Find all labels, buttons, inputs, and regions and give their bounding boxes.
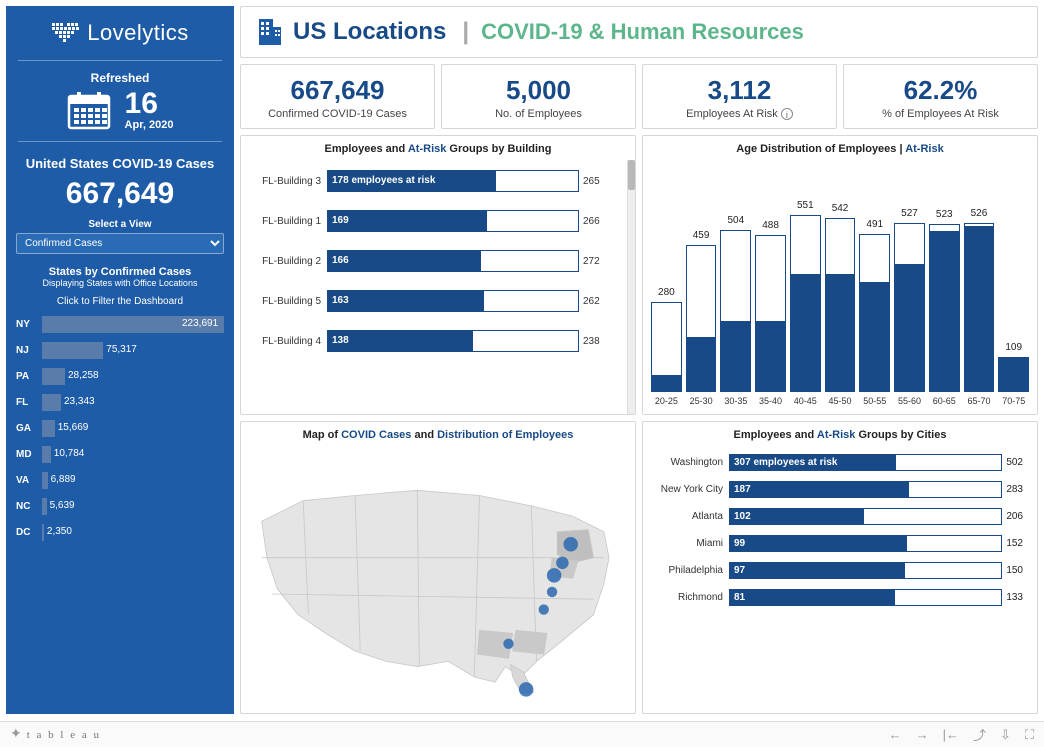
age-bar[interactable]: 527 55-60 (894, 212, 925, 406)
city-row[interactable]: Atlanta 102 206 (653, 508, 1023, 525)
cities-chart[interactable]: Employees and At-Risk Groups by Cities W… (642, 421, 1038, 714)
building-row[interactable]: FL-Building 4 138 238 (251, 330, 613, 352)
state-bar-md[interactable]: MD 10,784 (16, 445, 224, 463)
select-view-label: Select a View (16, 219, 224, 230)
kpi-0: 667,649 Confirmed COVID-19 Cases (240, 64, 435, 129)
reset-icon[interactable]: |← (943, 727, 959, 742)
brand-logo: Lovelytics (16, 20, 224, 46)
tableau-mark-icon: ✦ (10, 726, 23, 743)
states-subtitle: Displaying States with Office Locations (16, 278, 224, 288)
download-icon[interactable]: ⇩ (1000, 727, 1011, 743)
age-bar[interactable]: 488 35-40 (755, 212, 786, 406)
state-bar-va[interactable]: VA 6,889 (16, 471, 224, 489)
age-bar[interactable]: 109 70-75 (998, 212, 1029, 406)
date-month: Apr, 2020 (125, 119, 174, 131)
city-row[interactable]: Washington 307 employees at risk 502 (653, 454, 1023, 471)
refreshed-date: 16 Apr, 2020 (16, 89, 224, 131)
brand-name: Lovelytics (87, 20, 189, 46)
page-subtitle: COVID-19 & Human Resources (481, 19, 804, 45)
info-icon[interactable]: i (781, 108, 793, 120)
state-bar-fl[interactable]: FL 23,343 (16, 393, 224, 411)
states-chart: NY 223,691 NJ 75,317 PA 28,258 FL 23,343… (16, 315, 224, 541)
us-cases-value: 667,649 (16, 177, 224, 211)
building-icon (255, 17, 283, 47)
tableau-toolbar: ✦ t a b l e a u ← → |← ⤴ ⇩ ⛶ (0, 721, 1044, 747)
main: US Locations | COVID-19 & Human Resource… (240, 6, 1038, 714)
age-bar[interactable]: 280 20-25 (651, 212, 682, 406)
buildings-chart[interactable]: Employees and At-Risk Groups by Building… (240, 135, 636, 415)
city-row[interactable]: New York City 187 283 (653, 481, 1023, 498)
filter-hint: Click to Filter the Dashboard (16, 296, 224, 307)
map-title: Map of COVID Cases and Distribution of E… (241, 422, 635, 446)
share-icon[interactable]: ⤴ (973, 725, 986, 744)
age-title: Age Distribution of Employees | At-Risk (643, 136, 1037, 160)
us-map-icon (241, 446, 635, 711)
state-bar-nc[interactable]: NC 5,639 (16, 497, 224, 515)
heart-icon (51, 21, 79, 45)
age-bar[interactable]: 491 50-55 (859, 212, 890, 406)
city-row[interactable]: Miami 99 152 (653, 535, 1023, 552)
sidebar: Lovelytics Refreshed 16 Apr, 202 (6, 6, 234, 714)
map-chart[interactable]: Map of COVID Cases and Distribution of E… (240, 421, 636, 714)
kpi-row: 667,649 Confirmed COVID-19 Cases5,000 No… (240, 64, 1038, 129)
tableau-logo[interactable]: ✦ t a b l e a u (10, 726, 101, 743)
cities-title: Employees and At-Risk Groups by Cities (643, 422, 1037, 446)
age-bar[interactable]: 504 30-35 (720, 212, 751, 406)
age-bar[interactable]: 523 60-65 (929, 212, 960, 406)
page-title: US Locations (293, 18, 446, 46)
age-bar[interactable]: 551 40-45 (790, 212, 821, 406)
refreshed-label: Refreshed (16, 71, 224, 85)
kpi-2: 3,112 Employees At Risk i (642, 64, 837, 129)
buildings-scrollbar[interactable] (627, 160, 635, 414)
city-row[interactable]: Richmond 81 133 (653, 589, 1023, 606)
city-row[interactable]: Philadelphia 97 150 (653, 562, 1023, 579)
state-bar-nj[interactable]: NJ 75,317 (16, 341, 224, 359)
us-cases-title: United States COVID-19 Cases (16, 156, 224, 171)
age-chart[interactable]: Age Distribution of Employees | At-Risk … (642, 135, 1038, 415)
redo-icon[interactable]: → (916, 727, 929, 742)
fullscreen-icon[interactable]: ⛶ (1025, 727, 1034, 743)
building-row[interactable]: FL-Building 3 178 employees at risk 265 (251, 170, 613, 192)
age-bar[interactable]: 459 25-30 (686, 212, 717, 406)
building-row[interactable]: FL-Building 5 163 262 (251, 290, 613, 312)
age-bar[interactable]: 526 65-70 (964, 212, 995, 406)
state-bar-pa[interactable]: PA 28,258 (16, 367, 224, 385)
kpi-3: 62.2% % of Employees At Risk (843, 64, 1038, 129)
building-row[interactable]: FL-Building 1 169 266 (251, 210, 613, 232)
states-title: States by Confirmed Cases (16, 266, 224, 278)
undo-icon[interactable]: ← (889, 727, 902, 742)
state-bar-ga[interactable]: GA 15,669 (16, 419, 224, 437)
state-bar-ny[interactable]: NY 223,691 (16, 315, 224, 333)
view-select[interactable]: Confirmed Cases (16, 233, 224, 254)
building-row[interactable]: FL-Building 2 166 272 (251, 250, 613, 272)
header-card: US Locations | COVID-19 & Human Resource… (240, 6, 1038, 58)
calendar-icon (67, 90, 111, 130)
age-bar[interactable]: 542 45-50 (825, 212, 856, 406)
buildings-title: Employees and At-Risk Groups by Building (241, 136, 635, 160)
state-bar-dc[interactable]: DC 2,350 (16, 523, 224, 541)
kpi-1: 5,000 No. of Employees (441, 64, 636, 129)
date-day: 16 (125, 89, 174, 119)
